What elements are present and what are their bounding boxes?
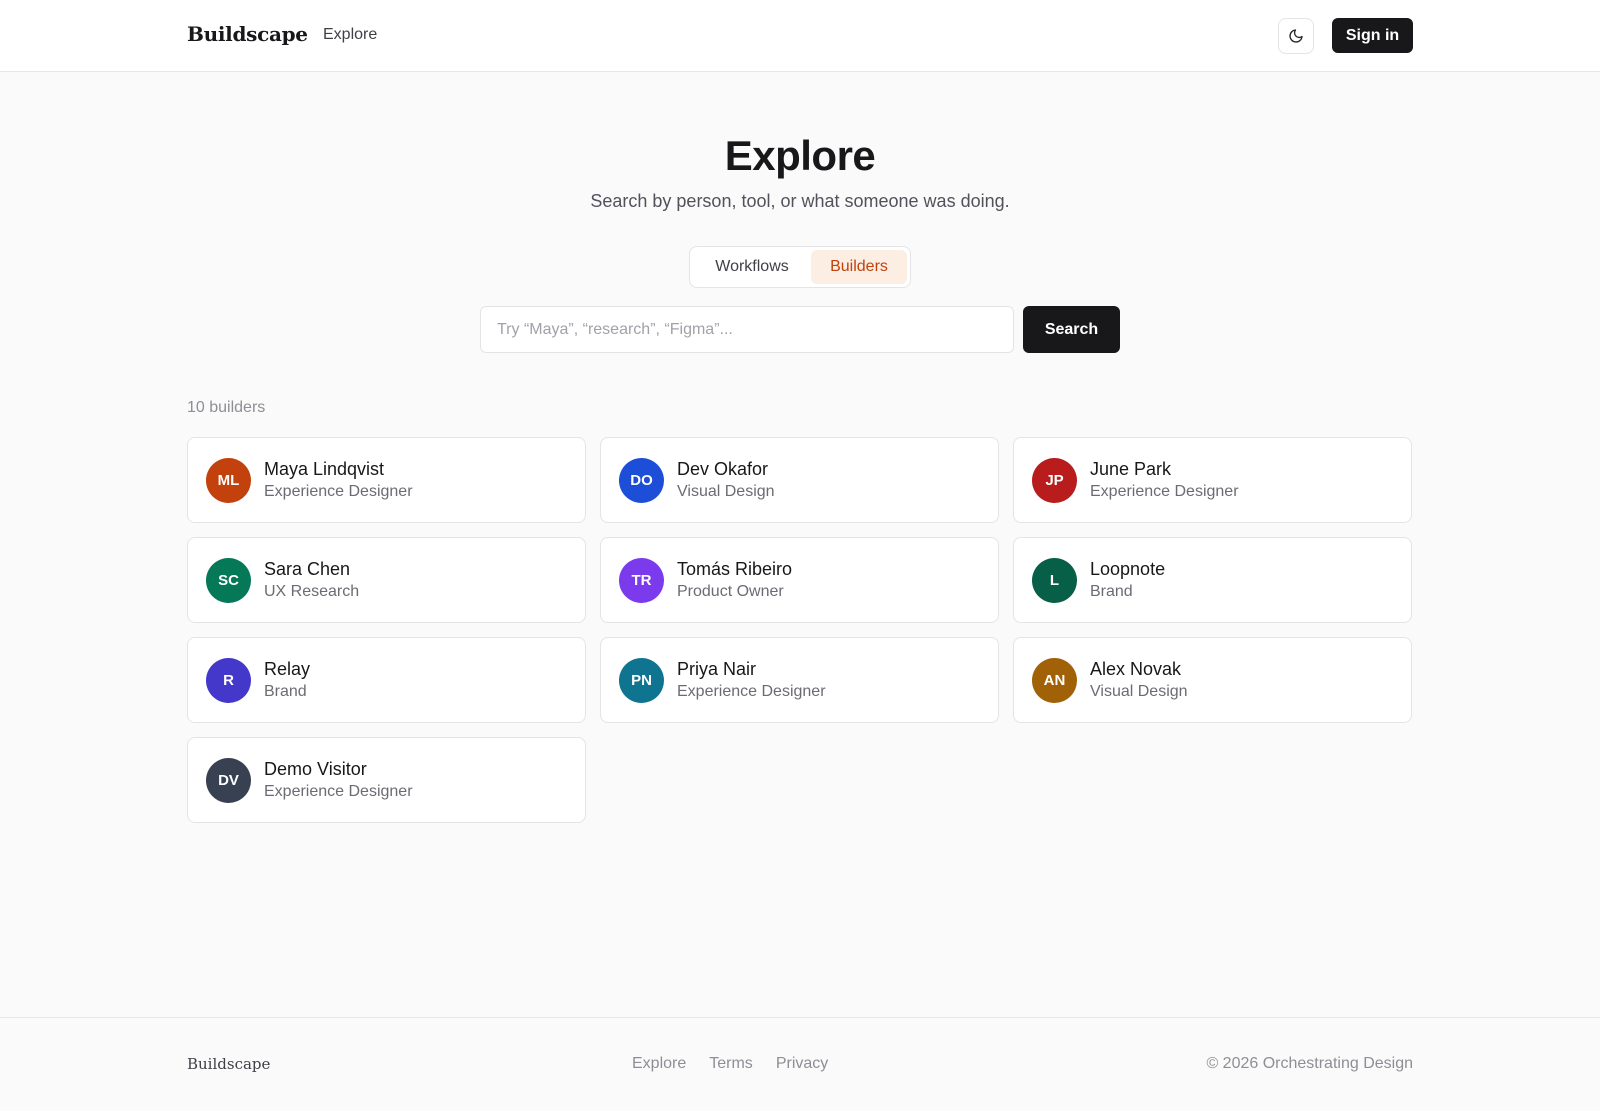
builder-role: Experience Designer bbox=[677, 683, 826, 700]
builder-name: Sara Chen bbox=[264, 559, 351, 579]
footer-links: Explore Terms Privacy bbox=[632, 1055, 851, 1073]
builder-card[interactable]: L Loopnote Brand bbox=[1013, 537, 1412, 623]
toggle-workflows[interactable]: Workflows bbox=[693, 250, 811, 284]
avatar: DO bbox=[619, 457, 664, 503]
brand-logo[interactable]: Buildscape bbox=[187, 22, 308, 46]
builder-name: Demo Visitor bbox=[264, 759, 367, 779]
top-bar: Buildscape Explore Sign in bbox=[0, 0, 1600, 72]
builder-role: Experience Designer bbox=[1090, 483, 1239, 500]
avatar: JP bbox=[1032, 457, 1077, 503]
builder-card[interactable]: SC Sara Chen UX Research bbox=[187, 537, 586, 623]
builder-role: Brand bbox=[1090, 583, 1133, 600]
avatar: PN bbox=[619, 657, 664, 703]
builder-card[interactable]: JP June Park Experience Designer bbox=[1013, 437, 1412, 523]
footer-copyright: © 2026 Orchestrating Design bbox=[1206, 1055, 1413, 1072]
avatar: ML bbox=[206, 457, 251, 503]
builder-role: Visual Design bbox=[677, 483, 775, 500]
avatar: TR bbox=[619, 557, 664, 603]
builder-card[interactable]: AN Alex Novak Visual Design bbox=[1013, 637, 1412, 723]
builder-name: Priya Nair bbox=[677, 659, 757, 679]
builder-role: Experience Designer bbox=[264, 483, 413, 500]
builder-role: Product Owner bbox=[677, 583, 784, 600]
footer-link-privacy[interactable]: Privacy bbox=[776, 1055, 828, 1073]
search-button[interactable]: Search bbox=[1023, 306, 1120, 353]
page-title: Explore bbox=[724, 132, 876, 179]
toggle-builders[interactable]: Builders bbox=[811, 250, 907, 284]
avatar: DV bbox=[206, 757, 251, 803]
builder-card[interactable]: ML Maya Lindqvist Experience Designer bbox=[187, 437, 586, 523]
search-input[interactable] bbox=[480, 306, 1014, 353]
builder-card[interactable]: DO Dev Okafor Visual Design bbox=[600, 437, 999, 523]
avatar: L bbox=[1032, 557, 1077, 603]
builder-name: Dev Okafor bbox=[677, 459, 769, 479]
builder-name: Relay bbox=[264, 659, 311, 679]
builder-card[interactable]: TR Tomás Ribeiro Product Owner bbox=[600, 537, 999, 623]
builder-role: Experience Designer bbox=[264, 783, 413, 800]
builder-card[interactable]: PN Priya Nair Experience Designer bbox=[600, 637, 999, 723]
view-toggle: Workflows Builders bbox=[689, 246, 911, 288]
footer-link-explore[interactable]: Explore bbox=[632, 1055, 686, 1073]
moon-icon bbox=[1289, 29, 1303, 43]
builder-name: June Park bbox=[1090, 459, 1172, 479]
nav-link-explore[interactable]: Explore bbox=[323, 26, 377, 44]
builder-name: Tomás Ribeiro bbox=[677, 559, 793, 579]
avatar: AN bbox=[1032, 657, 1077, 703]
page-subtitle: Search by person, tool, or what someone … bbox=[590, 191, 1010, 211]
sign-in-button[interactable]: Sign in bbox=[1332, 18, 1413, 53]
builder-name: Alex Novak bbox=[1090, 659, 1182, 679]
theme-toggle-button[interactable] bbox=[1278, 18, 1314, 54]
footer-brand[interactable]: Buildscape bbox=[187, 1055, 270, 1073]
results-count: 10 builders bbox=[187, 399, 266, 416]
builder-role: Brand bbox=[264, 683, 307, 700]
avatar: R bbox=[206, 657, 251, 703]
footer: Buildscape Explore Terms Privacy © 2026 … bbox=[0, 1017, 1600, 1111]
builder-card[interactable]: DV Demo Visitor Experience Designer bbox=[187, 737, 586, 823]
avatar: SC bbox=[206, 557, 251, 603]
builder-role: UX Research bbox=[264, 583, 360, 600]
builder-role: Visual Design bbox=[1090, 683, 1188, 700]
builder-card[interactable]: R Relay Brand bbox=[187, 637, 586, 723]
builder-name: Maya Lindqvist bbox=[264, 459, 385, 479]
builder-grid: ML Maya Lindqvist Experience Designer DO… bbox=[187, 437, 1413, 823]
builder-name: Loopnote bbox=[1090, 559, 1166, 579]
footer-link-terms[interactable]: Terms bbox=[709, 1055, 753, 1073]
